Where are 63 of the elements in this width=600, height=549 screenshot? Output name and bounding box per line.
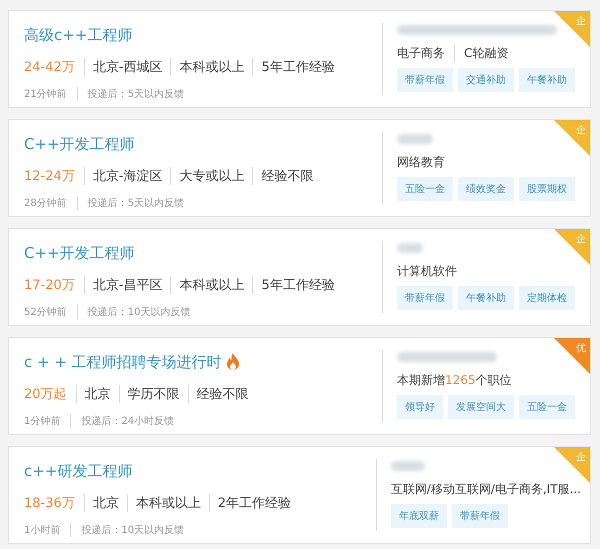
- corner-badge: 企: [554, 11, 590, 47]
- job-detail: 学历不限: [118, 385, 188, 403]
- salary: 18-36万: [24, 495, 76, 512]
- feedback-time: 投递后：24小时反馈: [70, 414, 184, 428]
- job-detail: 本科或以上: [170, 58, 252, 76]
- benefit-tag: 交通补助: [458, 68, 514, 92]
- job-card[interactable]: c + + 工程师招聘专场进行时 20万起 北京 学历不限 经验不限 1分钟前 投递后：24小时反馈 本期新增1265个职位 领导好 发展空间大 五险一金 优: [8, 337, 591, 435]
- benefit-tag: 五险一金: [397, 177, 453, 201]
- company-info: 网络教育: [397, 154, 446, 170]
- corner-badge: 企: [554, 447, 590, 483]
- company-summary: 本期新增1265个职位: [397, 372, 513, 388]
- job-detail: 北京-昌平区: [84, 276, 170, 294]
- benefit-tag: 领导好: [397, 395, 443, 419]
- benefit-tag: 五险一金: [519, 395, 575, 419]
- job-detail: 5年工作经验: [252, 276, 343, 294]
- job-detail: 大专或以上: [170, 167, 252, 185]
- job-detail: 本科或以上: [126, 494, 209, 512]
- benefit-tag: 股票期权: [519, 177, 575, 201]
- feedback-time: 投递后：5天以内反馈: [76, 196, 194, 210]
- posted-time: 21分钟前: [24, 88, 68, 101]
- benefit-tag: 年底双薪: [390, 504, 447, 528]
- benefit-tag: 绩效奖金: [458, 177, 514, 201]
- blurred-company-name: [397, 134, 433, 144]
- feedback-time: 投递后：10天以内反馈: [70, 523, 194, 537]
- salary: 20万起: [24, 386, 68, 403]
- salary: 24-42万: [24, 59, 76, 76]
- benefit-tag: 带薪年假: [397, 286, 453, 310]
- job-detail: 北京-西城区: [84, 58, 170, 76]
- benefit-tag: 定期体检: [519, 286, 575, 310]
- salary: 12-24万: [24, 168, 76, 185]
- job-detail: 北京: [76, 385, 119, 403]
- posted-time: 1分钟前: [24, 414, 62, 428]
- company-info: 互联网/移动互联网/电子商务,IT服...: [390, 480, 582, 498]
- salary: 17-20万: [24, 277, 76, 294]
- blurred-company-name: [397, 243, 423, 253]
- posted-time: 1小时前: [24, 524, 62, 537]
- benefit-tag: 带薪年假: [452, 504, 508, 528]
- job-detail: 本科或以上: [170, 276, 252, 294]
- benefit-tag: 带薪年假: [397, 68, 453, 92]
- company-info: 电子商务: [397, 44, 446, 62]
- benefit-tag: 午餐补助: [458, 286, 514, 310]
- job-card[interactable]: C++开发工程师 17-20万 北京-昌平区 本科或以上 5年工作经验 52分钟前 投递后：10天以内反馈 计算机软件 带薪年假 午餐补助 定期体检 企: [8, 228, 591, 326]
- benefit-tag: 午餐补助: [519, 68, 575, 92]
- blurred-company-name: [390, 461, 425, 471]
- feedback-time: 投递后：10天以内反馈: [76, 305, 200, 319]
- job-card[interactable]: c++研发工程师 18-36万 北京 本科或以上 2年工作经验 1小时前 投递后：10天以内反馈 互联网/移动互联网/电子商务,IT服... 年底双薪 带薪年假 企: [8, 446, 591, 544]
- posted-time: 52分钟前: [24, 306, 68, 319]
- job-detail: 经验不限: [252, 167, 322, 185]
- company-info: C轮融资: [454, 44, 518, 62]
- corner-badge: 优: [554, 338, 590, 374]
- job-detail: 2年工作经验: [208, 494, 300, 512]
- job-detail: 经验不限: [188, 385, 257, 403]
- job-detail: 北京: [84, 494, 127, 512]
- job-detail: 5年工作经验: [252, 58, 343, 76]
- feedback-time: 投递后：5天以内反馈: [76, 87, 194, 101]
- job-detail: 北京-海淀区: [84, 167, 170, 185]
- posted-time: 28分钟前: [24, 196, 68, 210]
- company-info: 计算机软件: [397, 262, 458, 280]
- benefit-tag: 发展空间大: [448, 395, 514, 419]
- job-card[interactable]: 高级c++工程师 24-42万 北京-西城区 本科或以上 5年工作经验 21分钟前 投递后：5天以内反馈 电子商务 C轮融资 带薪年假 交通补助 午餐补助 企: [8, 10, 591, 108]
- job-card[interactable]: C++开发工程师 12-24万 北京-海淀区 大专或以上 经验不限 28分钟前 投递后：5天以内反馈 网络教育 五险一金 绩效奖金 股票期权 企: [8, 119, 591, 217]
- corner-badge: 企: [554, 120, 590, 156]
- corner-badge: 企: [554, 229, 590, 265]
